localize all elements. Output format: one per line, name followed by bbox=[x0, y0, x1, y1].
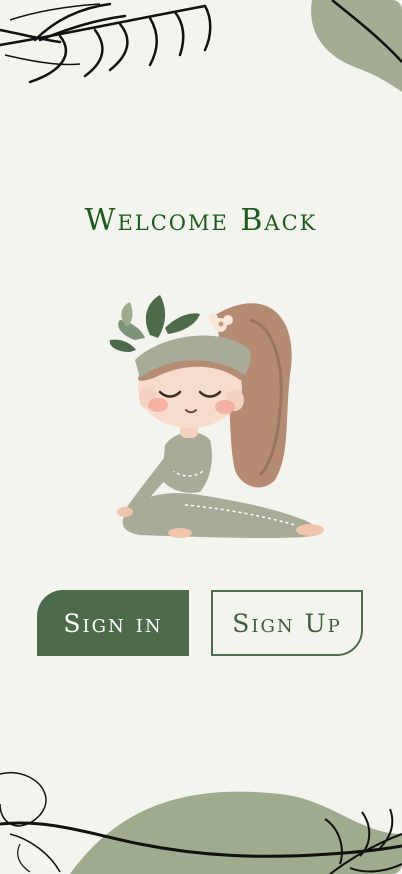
sign-up-button[interactable]: Sign Up bbox=[211, 590, 363, 656]
page-title: Welcome Back bbox=[84, 203, 318, 238]
bottom-wave-decoration bbox=[0, 772, 402, 874]
welcome-screen: Welcome Back Sign in Sign Up bbox=[0, 0, 402, 874]
sign-in-button[interactable]: Sign in bbox=[37, 590, 189, 656]
leaf-branch-decoration bbox=[0, 2, 212, 84]
sage-blob-decoration bbox=[311, 0, 402, 92]
yoga-girl-illustration bbox=[109, 295, 324, 539]
